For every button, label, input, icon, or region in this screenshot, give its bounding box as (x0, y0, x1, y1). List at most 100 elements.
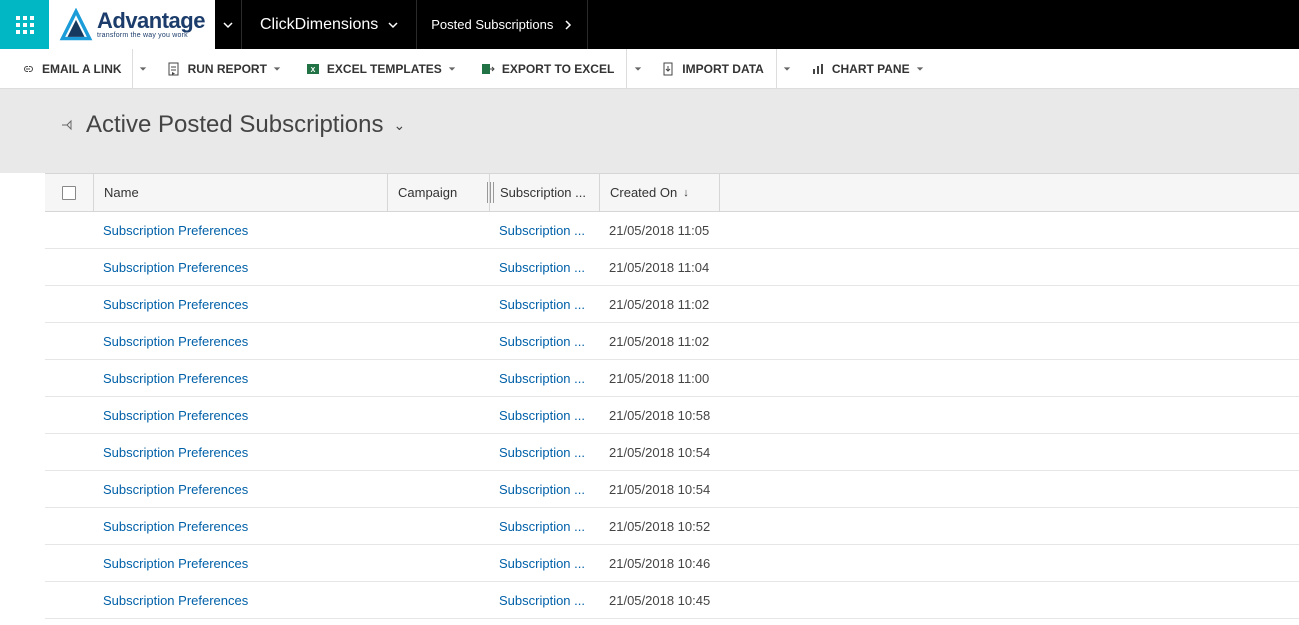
cell-created-on: 21/05/2018 10:46 (599, 556, 749, 571)
link-icon (20, 61, 36, 77)
grid-header-row: Name Campaign Subscription ... Created O… (45, 174, 1299, 212)
cmd-label: IMPORT DATA (682, 62, 764, 76)
cell-subscription[interactable]: Subscription ... (489, 260, 599, 275)
cell-subscription[interactable]: Subscription ... (489, 408, 599, 423)
cell-subscription[interactable]: Subscription ... (489, 556, 599, 571)
data-grid: Name Campaign Subscription ... Created O… (45, 173, 1299, 619)
import-data-button[interactable]: IMPORT DATA (650, 49, 774, 89)
pin-icon (60, 117, 76, 133)
caret-down-icon (273, 65, 281, 73)
email-link-button[interactable]: EMAIL A LINK (10, 49, 132, 89)
column-header-subscription[interactable]: Subscription ... (489, 174, 599, 211)
caret-down-icon (783, 65, 791, 73)
nav-entity[interactable]: Posted Subscriptions (417, 0, 588, 49)
cell-name[interactable]: Subscription Preferences (93, 297, 387, 312)
cell-name[interactable]: Subscription Preferences (93, 408, 387, 423)
chevron-down-icon (388, 20, 398, 30)
table-row[interactable]: Subscription Preferences Subscription ...… (45, 582, 1299, 619)
cell-subscription[interactable]: Subscription ... (489, 371, 599, 386)
report-icon (166, 61, 182, 77)
org-logo[interactable]: Advantage transform the way you work (49, 0, 215, 49)
column-header-name[interactable]: Name (93, 174, 387, 211)
column-header-created-on[interactable]: Created On ↓ (599, 174, 719, 211)
cell-subscription[interactable]: Subscription ... (489, 519, 599, 534)
svg-text:X: X (311, 67, 316, 74)
cell-subscription[interactable]: Subscription ... (489, 593, 599, 608)
chart-icon (810, 61, 826, 77)
table-row[interactable]: Subscription Preferences Subscription ...… (45, 360, 1299, 397)
cell-name[interactable]: Subscription Preferences (93, 445, 387, 460)
waffle-icon (15, 15, 35, 35)
cmd-label: EXPORT TO EXCEL (502, 62, 614, 76)
export-icon (480, 61, 496, 77)
cell-name[interactable]: Subscription Preferences (93, 519, 387, 534)
import-icon (660, 61, 676, 77)
cmd-label: EXCEL TEMPLATES (327, 62, 442, 76)
cell-name[interactable]: Subscription Preferences (93, 223, 387, 238)
nav-area[interactable]: ClickDimensions (242, 0, 417, 49)
view-selector[interactable]: Active Posted Subscriptions ⌄ (60, 111, 1299, 139)
table-row[interactable]: Subscription Preferences Subscription ...… (45, 323, 1299, 360)
logo-tagline-text: transform the way you work (97, 32, 205, 39)
cell-created-on: 21/05/2018 10:45 (599, 593, 749, 608)
cell-created-on: 21/05/2018 11:02 (599, 334, 749, 349)
export-excel-split[interactable] (626, 49, 648, 89)
run-report-button[interactable]: RUN REPORT (156, 49, 291, 89)
cell-subscription[interactable]: Subscription ... (489, 482, 599, 497)
cmd-label: RUN REPORT (188, 62, 267, 76)
table-row[interactable]: Subscription Preferences Subscription ...… (45, 508, 1299, 545)
advantage-logo-icon (59, 8, 93, 42)
chevron-right-icon (563, 20, 573, 30)
command-bar: EMAIL A LINK RUN REPORT X EXCEL TEMPLATE… (0, 49, 1299, 89)
cell-created-on: 21/05/2018 10:54 (599, 482, 749, 497)
grid-body: Subscription Preferences Subscription ...… (45, 212, 1299, 619)
logo-brand-text: Advantage (97, 10, 205, 32)
column-label: Created On (610, 185, 677, 200)
column-header-campaign[interactable]: Campaign (387, 174, 489, 211)
cell-subscription[interactable]: Subscription ... (489, 223, 599, 238)
cell-created-on: 21/05/2018 11:05 (599, 223, 749, 238)
import-data-split[interactable] (776, 49, 798, 89)
cell-created-on: 21/05/2018 11:02 (599, 297, 749, 312)
caret-down-icon (139, 65, 147, 73)
cell-subscription[interactable]: Subscription ... (489, 445, 599, 460)
table-row[interactable]: Subscription Preferences Subscription ...… (45, 212, 1299, 249)
table-row[interactable]: Subscription Preferences Subscription ...… (45, 471, 1299, 508)
cell-name[interactable]: Subscription Preferences (93, 371, 387, 386)
export-excel-button[interactable]: EXPORT TO EXCEL (470, 49, 624, 89)
excel-templates-button[interactable]: X EXCEL TEMPLATES (295, 49, 466, 89)
cell-name[interactable]: Subscription Preferences (93, 260, 387, 275)
view-header: Active Posted Subscriptions ⌄ (0, 89, 1299, 173)
column-header-spacer (719, 174, 1299, 211)
cell-name[interactable]: Subscription Preferences (93, 556, 387, 571)
nav-entity-label: Posted Subscriptions (431, 17, 553, 32)
column-label: Name (104, 185, 139, 200)
cell-subscription[interactable]: Subscription ... (489, 334, 599, 349)
cell-created-on: 21/05/2018 10:54 (599, 445, 749, 460)
cell-name[interactable]: Subscription Preferences (93, 593, 387, 608)
email-link-split[interactable] (132, 49, 154, 89)
table-row[interactable]: Subscription Preferences Subscription ...… (45, 249, 1299, 286)
column-label: Campaign (398, 185, 457, 200)
excel-icon: X (305, 61, 321, 77)
sort-descending-icon: ↓ (683, 187, 689, 199)
chevron-down-icon (223, 20, 233, 30)
table-row[interactable]: Subscription Preferences Subscription ...… (45, 397, 1299, 434)
table-row[interactable]: Subscription Preferences Subscription ...… (45, 286, 1299, 323)
table-row[interactable]: Subscription Preferences Subscription ...… (45, 545, 1299, 582)
caret-down-icon (916, 65, 924, 73)
top-nav-bar: Advantage transform the way you work Cli… (0, 0, 1299, 49)
caret-down-icon (448, 65, 456, 73)
cell-name[interactable]: Subscription Preferences (93, 334, 387, 349)
cell-created-on: 21/05/2018 10:58 (599, 408, 749, 423)
table-row[interactable]: Subscription Preferences Subscription ...… (45, 434, 1299, 471)
select-all-checkbox[interactable] (45, 186, 93, 200)
cell-created-on: 21/05/2018 10:52 (599, 519, 749, 534)
cell-subscription[interactable]: Subscription ... (489, 297, 599, 312)
logo-dropdown[interactable] (215, 0, 242, 49)
cell-name[interactable]: Subscription Preferences (93, 482, 387, 497)
app-launcher-button[interactable] (0, 0, 49, 49)
chart-pane-button[interactable]: CHART PANE (800, 49, 934, 89)
cell-created-on: 21/05/2018 11:00 (599, 371, 749, 386)
caret-down-icon (634, 65, 642, 73)
